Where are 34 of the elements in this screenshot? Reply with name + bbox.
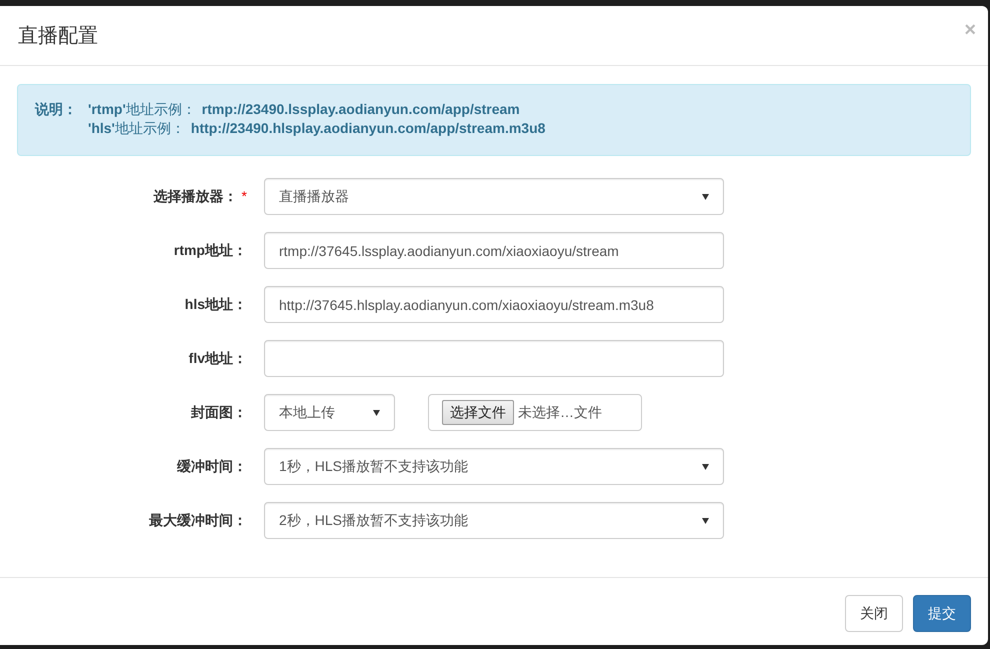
text-input[interactable]: http://37645.hlsplay.aodianyun.com/xiaoxiaoyu/stream.m3u8: [264, 286, 724, 323]
field-label: 最大缓冲时间：: [148, 511, 247, 530]
example-url: rtmp://23490.lssplay.aodianyun.com/app/stream: [202, 100, 520, 119]
select-value: 1秒，HLS播放暂不支持该功能: [279, 457, 468, 476]
select-field[interactable]: 本地上传: [264, 394, 395, 431]
note-text: 'rtmp'地址示例：: [88, 100, 196, 119]
select-value: 直播播放器: [279, 187, 349, 206]
submit-button[interactable]: 提交: [913, 595, 971, 632]
field-label: hls地址：: [184, 295, 247, 314]
field-label: 缓冲时间：: [176, 457, 247, 476]
dialog-title: 直播配置: [18, 24, 98, 48]
select-value: 2秒，HLS播放暂不支持该功能: [279, 511, 468, 530]
field-label: 封面图：: [190, 403, 247, 422]
caret-icon: [373, 410, 380, 416]
select-field[interactable]: 直播播放器: [264, 178, 724, 215]
caret-icon: [702, 194, 709, 200]
field-label: flv地址：: [188, 349, 247, 368]
example-url: http://23490.hlsplay.aodianyun.com/app/stream.m3u8: [190, 119, 546, 138]
file-status: 未选择…文件: [518, 403, 602, 422]
text-input[interactable]: [264, 340, 724, 377]
caret-icon: [702, 464, 709, 470]
field-label: 选择播放器：: [152, 187, 238, 206]
note-text: 'hls'地址示例：: [88, 119, 185, 138]
choose-file-button[interactable]: 选择文件: [442, 400, 514, 425]
select-field[interactable]: 2秒，HLS播放暂不支持该功能: [264, 502, 724, 539]
select-field[interactable]: 1秒，HLS播放暂不支持该功能: [264, 448, 724, 485]
text-input[interactable]: rtmp://37645.lssplay.aodianyun.com/xiaoxiaoyu/stream: [264, 232, 724, 269]
file-input[interactable]: 选择文件 未选择…文件: [428, 394, 642, 431]
close-button[interactable]: 关闭: [845, 595, 903, 632]
required-asterisk: *: [242, 187, 247, 206]
note-label: 说明：: [35, 100, 78, 119]
caret-icon: [702, 518, 709, 524]
select-value: 本地上传: [279, 403, 335, 422]
field-label: rtmp地址：: [172, 241, 247, 260]
